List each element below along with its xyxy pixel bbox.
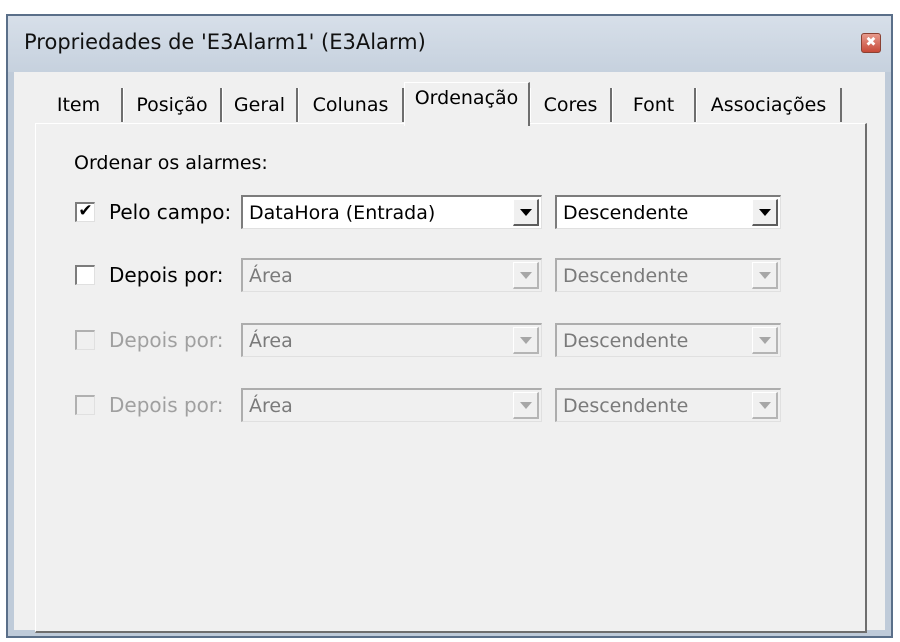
sort-row-4-field-dropdown-button bbox=[513, 392, 539, 419]
sort-row-then-1: Depois por: Área Descendente bbox=[36, 255, 865, 295]
sort-row-2-label: Depois por: bbox=[109, 263, 224, 287]
sort-row-2-checkbox[interactable] bbox=[75, 265, 95, 285]
checkmark-icon: ✔ bbox=[78, 201, 93, 221]
properties-dialog: Propriedades de 'E3Alarm1' (E3Alarm) ✖ I… bbox=[6, 14, 893, 638]
tab-geral-label: Geral bbox=[233, 94, 286, 116]
sort-row-2-order-value: Descendente bbox=[563, 265, 689, 287]
sort-row-3-checkbox bbox=[75, 330, 95, 350]
sort-row-3-order-select: Descendente bbox=[555, 323, 781, 357]
sort-row-3-label: Depois por: bbox=[109, 328, 224, 352]
tab-cores[interactable]: Cores bbox=[530, 88, 612, 122]
tab-item-label: Item bbox=[56, 94, 101, 116]
tab-associacoes-label: Associações bbox=[710, 94, 827, 116]
chevron-down-icon bbox=[519, 401, 532, 409]
tab-colunas[interactable]: Colunas bbox=[298, 88, 404, 122]
chevron-down-icon bbox=[519, 208, 532, 216]
sort-row-4-field-value: Área bbox=[249, 395, 293, 417]
sort-row-4-label: Depois por: bbox=[109, 393, 224, 417]
sort-row-2-field-dropdown-button bbox=[513, 262, 539, 289]
chevron-down-icon bbox=[758, 401, 771, 409]
sort-row-3-order-dropdown-button bbox=[752, 327, 778, 354]
chevron-down-icon bbox=[758, 336, 771, 344]
sort-row-3-field-dropdown-button bbox=[513, 327, 539, 354]
tab-item[interactable]: Item bbox=[36, 88, 123, 122]
sort-row-1-field-select[interactable]: DataHora (Entrada) bbox=[241, 195, 542, 229]
sort-row-3-field-value: Área bbox=[249, 330, 293, 352]
chevron-down-icon bbox=[519, 271, 532, 279]
ordenacao-panel: Ordenar os alarmes: ✔ Pelo campo: DataHo… bbox=[35, 123, 867, 633]
sort-row-1-field-value: DataHora (Entrada) bbox=[249, 202, 436, 224]
tab-font-label: Font bbox=[632, 94, 675, 116]
tab-strip: Item Posição Geral Colunas Ordenação Cor… bbox=[14, 72, 885, 126]
tab-colunas-label: Colunas bbox=[312, 94, 389, 116]
tab-ordenacao-label: Ordenação bbox=[414, 87, 519, 109]
sort-row-then-2: Depois por: Área Descendente bbox=[36, 320, 865, 360]
sort-row-4-order-value: Descendente bbox=[563, 395, 689, 417]
sort-row-1-label: Pelo campo: bbox=[109, 200, 232, 224]
sort-row-4-order-dropdown-button bbox=[752, 392, 778, 419]
sort-row-3-field-select: Área bbox=[241, 323, 542, 357]
sort-row-4-checkbox bbox=[75, 395, 95, 415]
title-bar[interactable]: Propriedades de 'E3Alarm1' (E3Alarm) ✖ bbox=[8, 16, 891, 72]
dialog-client-area: Item Posição Geral Colunas Ordenação Cor… bbox=[14, 72, 885, 633]
tab-associacoes[interactable]: Associações bbox=[696, 88, 842, 122]
tab-posicao[interactable]: Posição bbox=[123, 88, 222, 122]
chevron-down-icon bbox=[519, 336, 532, 344]
sort-row-3-order-value: Descendente bbox=[563, 330, 689, 352]
tab-cores-label: Cores bbox=[543, 94, 598, 116]
sort-row-4-order-select: Descendente bbox=[555, 388, 781, 422]
sort-row-1-order-value: Descendente bbox=[563, 202, 689, 224]
sort-row-4-field-select: Área bbox=[241, 388, 542, 422]
tab-ordenacao[interactable]: Ordenação bbox=[404, 82, 530, 126]
sort-row-2-field-value: Área bbox=[249, 265, 293, 287]
sort-row-primary: ✔ Pelo campo: DataHora (Entrada) Descend… bbox=[36, 192, 865, 232]
chevron-down-icon bbox=[758, 271, 771, 279]
chevron-down-icon bbox=[758, 208, 771, 216]
sort-row-2-order-dropdown-button bbox=[752, 262, 778, 289]
tab-geral[interactable]: Geral bbox=[222, 88, 298, 122]
tab-font[interactable]: Font bbox=[612, 88, 696, 122]
sort-row-1-order-select[interactable]: Descendente bbox=[555, 195, 781, 229]
sort-row-2-field-select: Área bbox=[241, 258, 542, 292]
tab-posicao-label: Posição bbox=[136, 94, 208, 116]
close-button[interactable]: ✖ bbox=[861, 33, 881, 53]
close-icon: ✖ bbox=[865, 35, 877, 50]
sort-group-label: Ordenar os alarmes: bbox=[74, 152, 268, 174]
sort-row-2-order-select: Descendente bbox=[555, 258, 781, 292]
sort-row-1-field-dropdown-button[interactable] bbox=[513, 199, 539, 226]
window-title: Propriedades de 'E3Alarm1' (E3Alarm) bbox=[24, 30, 426, 54]
sort-row-then-3: Depois por: Área Descendente bbox=[36, 385, 865, 425]
sort-row-1-checkbox[interactable]: ✔ bbox=[75, 202, 95, 222]
sort-row-1-order-dropdown-button[interactable] bbox=[752, 199, 778, 226]
